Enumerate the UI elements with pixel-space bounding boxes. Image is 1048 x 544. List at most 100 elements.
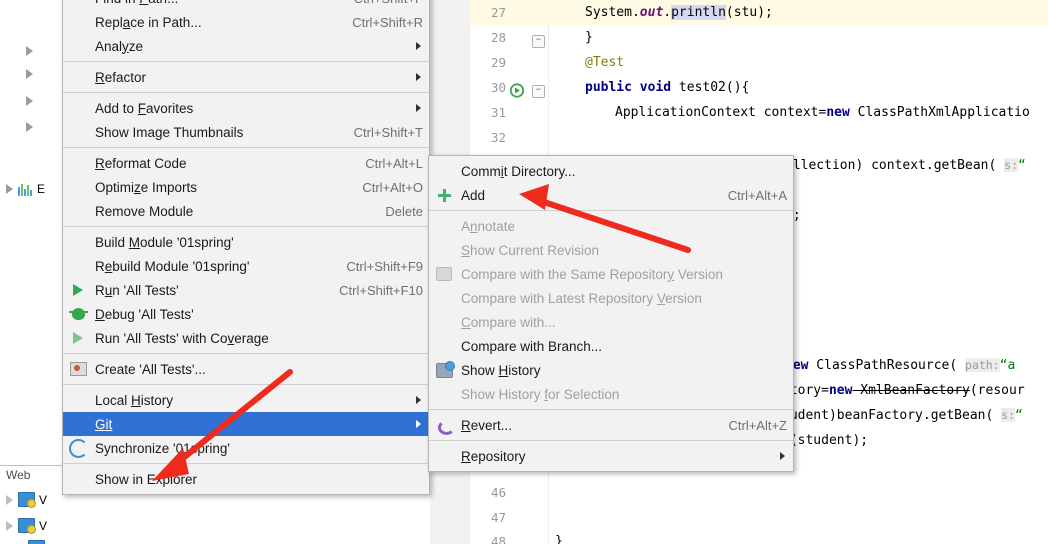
menu-item-create-all-tests[interactable]: Create 'All Tests'... <box>63 357 429 381</box>
menu-item-compare-with: Compare with... <box>429 310 793 334</box>
menu-item-label: Remove Module <box>95 203 194 219</box>
coverage-icon <box>67 330 89 346</box>
menu-item-label: Create 'All Tests'... <box>95 361 206 377</box>
line-number: 31 <box>490 105 506 120</box>
code-fragment-println-student: n(student); <box>782 433 869 448</box>
submenu-arrow-icon <box>416 73 421 81</box>
chevron-right-icon[interactable] <box>26 122 33 132</box>
menu-separator <box>429 210 793 211</box>
menu-item-show-in-explorer[interactable]: Show in Explorer <box>63 467 429 491</box>
external-libraries-icon <box>18 183 33 196</box>
parameter-hint: s: <box>1001 408 1016 422</box>
module-folder-icon <box>28 540 45 544</box>
menu-item-commit-directory[interactable]: Commit Directory... <box>429 159 793 183</box>
menu-item-label: Show in Explorer <box>95 471 198 487</box>
shortcut-label: Ctrl+Shift+F <box>338 0 423 6</box>
menu-separator <box>63 353 429 354</box>
list-item[interactable] <box>28 540 49 544</box>
menu-item-icon-slot <box>67 203 89 219</box>
list-item-label: V <box>39 518 48 533</box>
debug-icon <box>67 306 89 322</box>
menu-item-icon-slot <box>433 338 455 354</box>
run-test-gutter-icon[interactable] <box>509 83 525 98</box>
list-item-label: V <box>39 492 48 507</box>
code-token-string: “a <box>999 358 1016 373</box>
shortcut-label: Ctrl+Shift+F9 <box>346 258 423 274</box>
menu-separator <box>63 463 429 464</box>
code-token-keyword: new <box>828 383 853 398</box>
code-token: (resour <box>969 383 1025 398</box>
menu-item-run-all-tests[interactable]: Run 'All Tests' Ctrl+Shift+F10 <box>63 278 429 302</box>
shortcut-label: Ctrl+Alt+O <box>362 179 423 195</box>
code-fragment-classpathresource: new ClassPathResource( path:“a <box>785 358 1015 373</box>
menu-item-label: Show Image Thumbnails <box>95 124 244 140</box>
menu-item-find-in-path[interactable]: Find in Path... Ctrl+Shift+F <box>63 0 429 10</box>
menu-item-compare-with-branch[interactable]: Compare with Branch... <box>429 334 793 358</box>
fold-toggle-icon[interactable]: − <box>532 85 545 98</box>
shortcut-label: Ctrl+Alt+L <box>365 155 423 171</box>
submenu-arrow-icon <box>416 396 421 404</box>
menu-item-remove-module[interactable]: Remove Module Delete <box>63 199 429 223</box>
revert-icon <box>433 417 455 435</box>
fold-toggle-icon[interactable]: − <box>532 35 545 48</box>
menu-item-replace-in-path[interactable]: Replace in Path... Ctrl+Shift+R <box>63 10 429 34</box>
menu-item-show-history[interactable]: Show History <box>429 358 793 382</box>
chevron-right-icon[interactable] <box>6 520 13 531</box>
menu-item-build-module[interactable]: Build Module '01spring' <box>63 230 429 254</box>
line-number: 47 <box>490 510 506 525</box>
menu-item-local-history[interactable]: Local History <box>63 388 429 412</box>
menu-item-rebuild-module[interactable]: Rebuild Module '01spring' Ctrl+Shift+F9 <box>63 254 429 278</box>
menu-separator <box>429 409 793 410</box>
shortcut-label: Ctrl+Shift+R <box>352 14 423 30</box>
menu-item-show-current-revision: Show Current Revision <box>429 238 793 262</box>
menu-item-optimize-imports[interactable]: Optimize Imports Ctrl+Alt+O <box>63 175 429 199</box>
menu-item-revert[interactable]: Revert... Ctrl+Alt+Z <box>429 413 793 437</box>
chevron-right-icon[interactable] <box>26 46 33 56</box>
tab-web[interactable]: Web <box>6 468 30 482</box>
menu-item-icon-slot <box>433 242 455 258</box>
git-submenu[interactable]: Commit Directory... Add Ctrl+Alt+A Annot… <box>428 155 794 472</box>
menu-item-compare-same-repository-version: Compare with the Same Repository Version <box>429 262 793 286</box>
menu-item-icon-slot <box>67 100 89 116</box>
tree-row[interactable] <box>26 118 38 136</box>
menu-item-icon-slot <box>67 38 89 54</box>
line-number: 27 <box>490 5 506 20</box>
menu-item-show-image-thumbnails[interactable]: Show Image Thumbnails Ctrl+Shift+T <box>63 120 429 144</box>
menu-item-run-with-coverage[interactable]: Run 'All Tests' with Coverage <box>63 326 429 350</box>
menu-item-icon-slot <box>433 218 455 234</box>
menu-item-analyze[interactable]: Analyze <box>63 34 429 58</box>
submenu-arrow-icon <box>416 420 421 428</box>
code-token-keyword: new <box>826 105 850 120</box>
menu-item-add-to-favorites[interactable]: Add to Favorites <box>63 96 429 120</box>
submenu-arrow-icon <box>416 104 421 112</box>
menu-item-synchronize[interactable]: Synchronize '01spring' <box>63 436 429 460</box>
chevron-right-icon[interactable] <box>6 494 13 505</box>
menu-item-refactor[interactable]: Refactor <box>63 65 429 89</box>
menu-item-repository[interactable]: Repository <box>429 444 793 468</box>
code-token-field: out <box>639 5 664 20</box>
menu-item-add[interactable]: Add Ctrl+Alt+A <box>429 183 793 207</box>
code-fragment-getbean: ollection) context.getBean( s:“ <box>785 158 1026 173</box>
chevron-right-icon[interactable] <box>26 69 33 79</box>
menu-item-icon-slot <box>433 314 455 330</box>
chevron-right-icon[interactable] <box>6 184 13 194</box>
create-test-icon <box>67 361 89 377</box>
list-item[interactable]: V <box>6 492 48 508</box>
menu-item-reformat-code[interactable]: Reformat Code Ctrl+Alt+L <box>63 151 429 175</box>
menu-item-debug-all-tests[interactable]: Debug 'All Tests' <box>63 302 429 326</box>
tree-row[interactable] <box>26 92 38 110</box>
code-fragment-xmlbeanfactory: ctory=new XmlBeanFactory(resour <box>782 383 1025 398</box>
code-token: ClassPathXmlApplicatio <box>849 105 1030 120</box>
tree-row[interactable] <box>26 65 38 83</box>
tree-row[interactable] <box>26 42 38 60</box>
code-line-29: @Test <box>585 55 625 70</box>
line-number: 46 <box>490 485 506 500</box>
chevron-right-icon[interactable] <box>26 96 33 106</box>
tree-row-external-libraries[interactable]: E <box>6 180 45 198</box>
code-line-31: ApplicationContext context=new ClassPath… <box>615 105 1030 120</box>
project-context-menu[interactable]: Find in Path... Ctrl+Shift+F Replace in … <box>62 0 430 495</box>
menu-item-git[interactable]: Git <box>63 412 429 436</box>
line-number: 29 <box>490 55 506 70</box>
menu-item-icon-slot <box>433 163 455 179</box>
list-item[interactable]: V <box>6 518 48 534</box>
